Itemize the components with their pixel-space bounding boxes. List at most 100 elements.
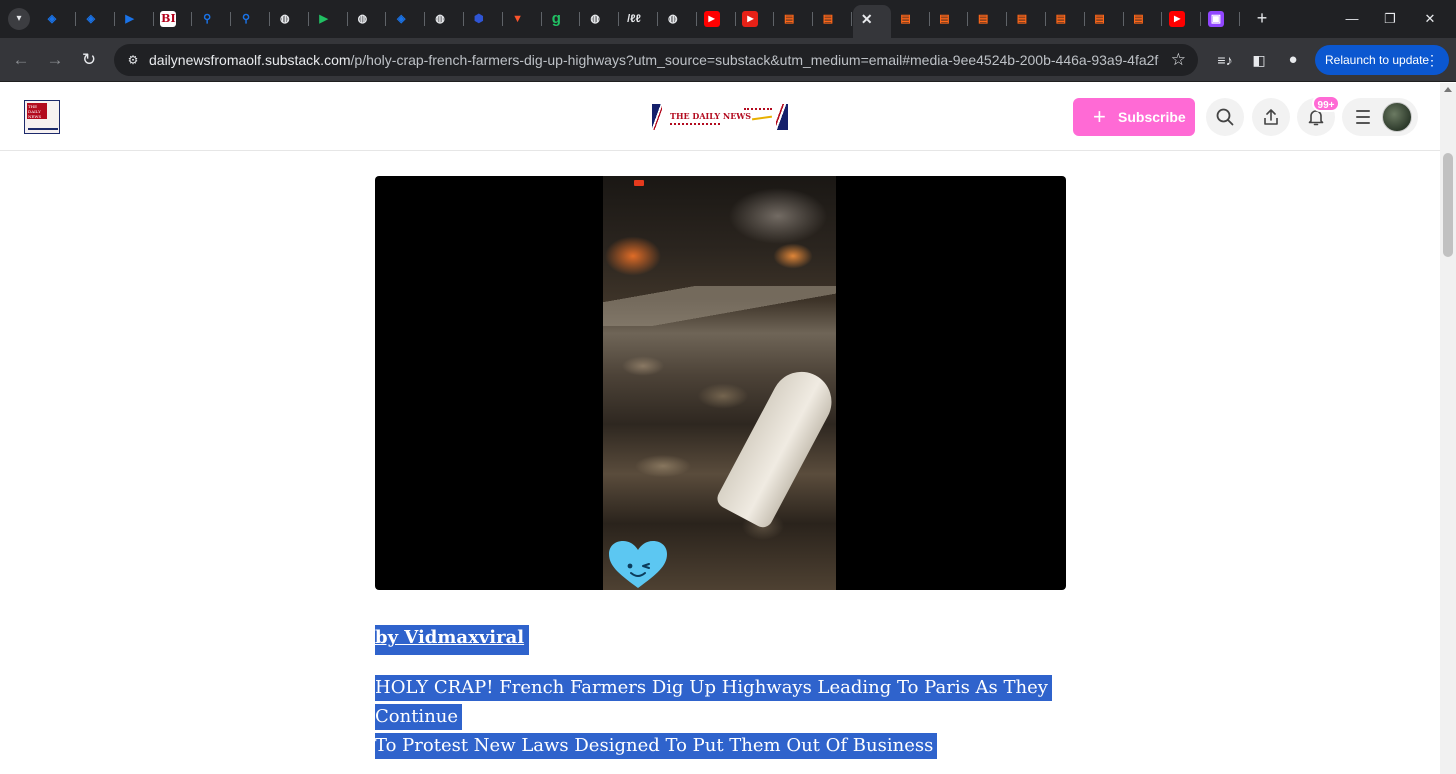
browser-tab[interactable]: ◈	[77, 7, 115, 31]
browser-tab[interactable]: BI	[154, 7, 193, 31]
browser-tab[interactable]: ▤	[969, 7, 1008, 31]
url-text[interactable]: dailynewsfromaolf.substack.com/p/holy-cr…	[149, 52, 1159, 68]
browser-tab[interactable]: ▶	[698, 7, 736, 31]
search-button[interactable]	[1206, 98, 1244, 136]
browser-tab[interactable]: g	[542, 7, 581, 31]
subscribe-label: Subscribe	[1118, 109, 1186, 125]
close-icon[interactable]: ✕	[859, 11, 875, 27]
browser-toolbar: ← → ↻ ⚙ dailynewsfromaolf.substack.com/p…	[0, 38, 1456, 82]
browser-tab[interactable]: ◍	[348, 7, 387, 31]
twitch-icon: ▣	[1208, 11, 1224, 27]
browser-tab[interactable]: ▶	[116, 7, 154, 31]
site-info-icon[interactable]: ⚙	[124, 51, 142, 69]
browser-tab[interactable]: ◍	[659, 7, 697, 31]
substack-icon: ▤	[1016, 13, 1028, 25]
window-close-button[interactable]: ✕	[1420, 9, 1440, 29]
shield-logo-icon: ◈	[47, 13, 57, 25]
bookmark-star-icon[interactable]: ☆	[1171, 50, 1186, 70]
browser-tab[interactable]: ◍	[581, 7, 620, 31]
restore-button[interactable]: ❐	[1380, 9, 1400, 29]
reload-button[interactable]: ↻	[78, 49, 100, 71]
browser-tab[interactable]: ⚲	[193, 7, 232, 31]
browser-tab[interactable]: ◈	[387, 7, 426, 31]
minimize-button[interactable]: —	[1342, 9, 1362, 29]
browser-tab[interactable]: ⬢	[465, 7, 503, 31]
youtube-icon: ▶	[1169, 11, 1186, 27]
wordmark-dots	[744, 108, 772, 110]
publication-wordmark[interactable]: THE DAILY NEWS	[652, 104, 788, 130]
browser-tab[interactable]: ◍	[426, 7, 464, 31]
search-icon	[1216, 108, 1234, 126]
globe-icon: ◍	[357, 13, 368, 25]
back-button[interactable]: ←	[10, 49, 32, 71]
slash-logo-icon: /ℓℓ	[627, 13, 641, 25]
tab-search-button[interactable]: ▾	[8, 8, 30, 30]
subscribe-button[interactable]: + Subscribe	[1073, 98, 1195, 136]
play-forward-icon: ▶	[125, 13, 134, 25]
globe-icon: ◍	[590, 13, 600, 25]
browser-tab[interactable]: ▤	[775, 7, 814, 31]
cube-icon: ⬢	[473, 13, 484, 25]
side-panel-icon[interactable]: ◧	[1248, 49, 1270, 71]
browser-tab[interactable]: ▶	[1163, 7, 1202, 31]
profile-icon[interactable]: ●	[1282, 49, 1304, 71]
globe-icon: ◍	[435, 13, 445, 25]
browser-tab[interactable]: ▤	[1047, 7, 1085, 31]
browser-tab[interactable]: ▶	[736, 7, 775, 31]
more-menu-icon[interactable]: ⋮	[1425, 45, 1439, 75]
substack-icon: ▤	[977, 13, 989, 25]
browser-tab[interactable]: ▼	[504, 7, 542, 31]
browser-tab[interactable]: ⚲	[232, 7, 270, 31]
forward-button[interactable]: →	[44, 49, 66, 71]
browser-tab[interactable]: ▣	[1202, 7, 1240, 31]
substack-icon: ▤	[1055, 13, 1066, 25]
rumble-icon: ▶	[742, 11, 759, 27]
brave-lion-icon: ▼	[512, 13, 524, 25]
bi-logo-icon: BI	[160, 11, 177, 27]
heart-emoji-icon	[609, 541, 667, 588]
substack-icon: ▤	[1133, 13, 1144, 25]
play-circle-icon: ▶	[319, 13, 328, 25]
url-path: /p/holy-crap-french-farmers-dig-up-highw…	[350, 52, 1159, 68]
browser-tab[interactable]: /ℓℓ	[620, 7, 658, 31]
publication-logo[interactable]: THE DAILY NEWS	[24, 100, 60, 134]
video-player[interactable]	[375, 176, 1066, 590]
browser-tab[interactable]: ▤	[1008, 7, 1046, 31]
scrollbar-thumb[interactable]	[1443, 153, 1453, 257]
wordmark-swoosh	[751, 115, 773, 121]
video-watermark	[634, 180, 644, 186]
browser-tab[interactable]: ◈	[38, 7, 76, 31]
byline-link[interactable]: by Vidmaxviral	[375, 625, 530, 655]
wordmark-dots	[670, 123, 720, 125]
youtube-icon: ▶	[703, 11, 720, 27]
share-button[interactable]	[1252, 98, 1290, 136]
substack-icon: ▤	[1094, 13, 1105, 25]
browser-tab-active[interactable]: ✕	[852, 5, 891, 38]
new-tab-button[interactable]: +	[1252, 8, 1272, 28]
hamburger-icon	[1356, 110, 1370, 128]
scrollbar[interactable]	[1440, 83, 1456, 774]
scroll-up-arrow-icon[interactable]	[1444, 87, 1452, 92]
tab-separator	[851, 12, 852, 26]
relaunch-button[interactable]: Relaunch to update ⋮	[1315, 45, 1449, 75]
browser-tab[interactable]: ▤	[1124, 7, 1163, 31]
media-control-icon[interactable]: ≡♪	[1214, 49, 1236, 71]
browser-tab[interactable]: ▶	[310, 7, 348, 31]
search-icon: ⚲	[241, 13, 251, 25]
avatar	[1382, 102, 1412, 132]
relaunch-label: Relaunch to update	[1325, 53, 1430, 67]
account-menu-button[interactable]	[1342, 98, 1418, 136]
substack-icon: ▤	[783, 13, 795, 25]
browser-tab[interactable]: ◍	[271, 7, 309, 31]
browser-tab[interactable]: ▤	[892, 7, 930, 31]
tab-strip: ▾ ◈ ◈ ▶ BI ⚲ ⚲ ◍ ▶ ◍ ◈ ◍ ⬢ ▼ g ◍ /ℓℓ ◍ ▶ ▶ ▤ ▤ ✕ ▤ ▤ ▤ ▤ ▤ ▤ ▤ ▶ ▣ + —…	[0, 0, 1456, 38]
browser-tab[interactable]: ▤	[930, 7, 969, 31]
tab-separator	[1239, 12, 1240, 26]
substack-icon: ▤	[900, 13, 911, 25]
browser-tab[interactable]: ▤	[814, 7, 852, 31]
globe-icon: ◍	[667, 13, 678, 25]
address-bar[interactable]: ⚙ dailynewsfromaolf.substack.com/p/holy-…	[114, 44, 1198, 76]
browser-tab[interactable]: ▤	[1086, 7, 1124, 31]
wordmark-left-bar	[652, 104, 662, 130]
wordmark-text: THE DAILY NEWS	[670, 111, 752, 121]
